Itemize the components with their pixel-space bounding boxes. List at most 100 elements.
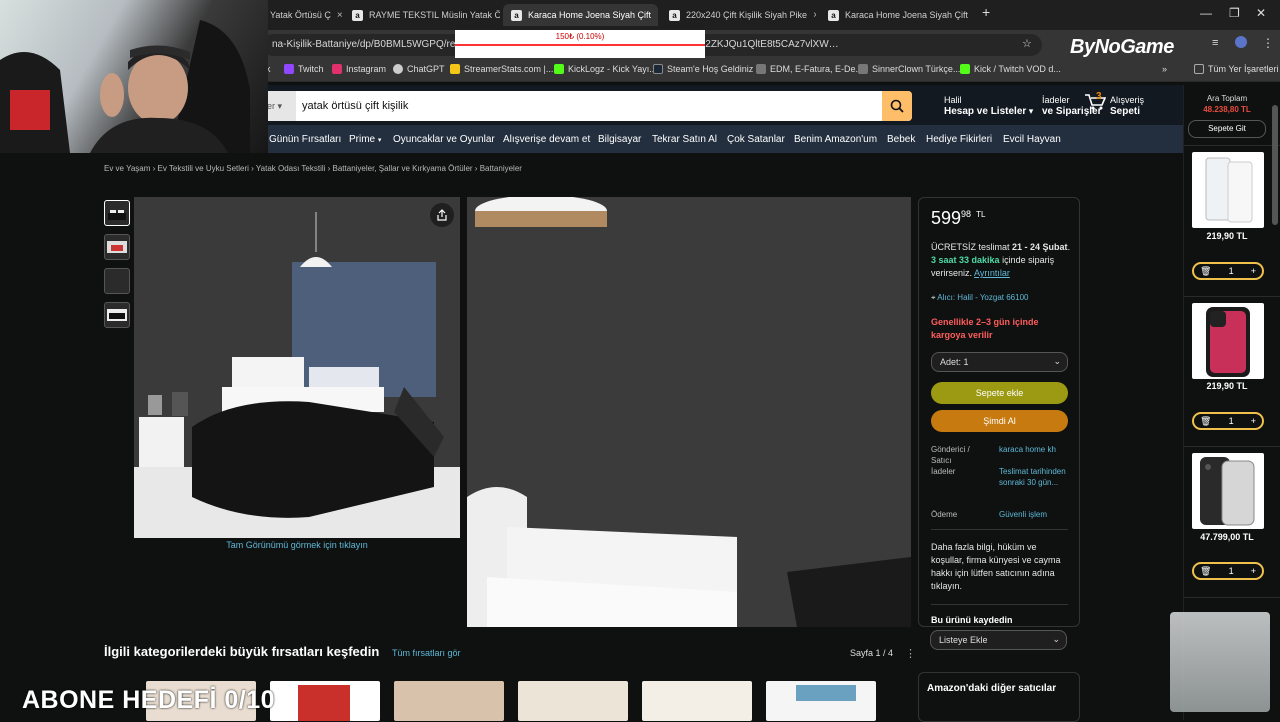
close-icon[interactable]: × <box>813 10 816 21</box>
search-button[interactable] <box>882 91 912 121</box>
bookmark-edm[interactable]: EDM, E-Fatura, E-De... <box>756 64 863 74</box>
bookmark-kick-vod[interactable]: Kick / Twitch VOD d... <box>960 64 1061 74</box>
nav-computers[interactable]: Bilgisayar <box>598 134 641 145</box>
share-button[interactable] <box>430 203 454 227</box>
close-icon[interactable]: × <box>657 10 658 21</box>
buy-now-button[interactable]: Şimdi Al <box>931 410 1068 432</box>
bookmark-sinnerclown[interactable]: SinnerClown Türkçe... <box>858 64 960 74</box>
trash-icon[interactable]: 🗑 <box>1200 566 1211 577</box>
subscriber-goal-overlay: ABONE HEDEFİ 0/10 <box>22 686 276 714</box>
cart-item-stepper-1[interactable]: 🗑 1 + <box>1192 262 1264 280</box>
gallery-thumb-2[interactable] <box>104 234 130 260</box>
new-tab-button[interactable]: + <box>982 4 990 20</box>
close-icon[interactable]: × <box>974 10 975 21</box>
minimize-icon[interactable]: — <box>1200 6 1212 20</box>
trash-icon[interactable]: 🗑 <box>1200 266 1211 277</box>
bookmark-chatgpt[interactable]: ChatGPT <box>393 64 445 74</box>
cart-item-image-1[interactable] <box>1192 152 1264 228</box>
page-scrollbar[interactable] <box>1272 85 1278 720</box>
add-to-cart-button[interactable]: Sepete ekle <box>931 382 1068 404</box>
bookmark-steam[interactable]: Steam'e Hoş Geldiniz <box>653 64 753 74</box>
nav-best-sellers[interactable]: Çok Satanlar <box>727 134 785 145</box>
restore-icon[interactable]: ❐ <box>1229 6 1240 20</box>
more-bookmarks-button[interactable]: » <box>1162 64 1167 74</box>
cart-item-image-2[interactable] <box>1192 303 1264 379</box>
payment-label: Ödeme <box>931 510 958 519</box>
bynogame-logo: ByNoGame <box>1070 36 1174 58</box>
nav-continue-shopping[interactable]: Alışverişe devam et <box>503 134 590 145</box>
nav-buy-again[interactable]: Tekrar Satın Al <box>652 134 717 145</box>
bookmark-kicklogz[interactable]: KickLogz - Kick Yayı... <box>554 64 657 74</box>
main-product-image[interactable] <box>134 197 460 538</box>
extensions-icon[interactable]: ≡ <box>1212 37 1218 49</box>
nav-deals[interactable]: Günün Fırsatları <box>269 134 341 145</box>
breadcrumb[interactable]: Ev ve Yaşam › Ev Tekstili ve Uyku Setler… <box>104 164 522 173</box>
tab-1[interactable]: Yatak Örtüsü Ç × <box>262 4 342 26</box>
gallery-thumb-1[interactable] <box>104 200 130 226</box>
account-lists-link[interactable]: Halil Hesap ve Listeler ▾ <box>944 95 1033 117</box>
add-to-list-button[interactable]: Listeye Ekle ⌄ <box>930 630 1067 650</box>
deal-card-2[interactable] <box>270 681 380 721</box>
amazon-favicon-icon: a <box>669 9 680 21</box>
nav-gift-ideas[interactable]: Hediye Fikirleri <box>926 134 992 145</box>
tab-3-active[interactable]: a Karaca Home Joena Siyah Çift × <box>503 4 658 26</box>
menu-icon[interactable]: ⋮ <box>1262 36 1274 50</box>
scrollbar-thumb[interactable] <box>1272 105 1278 225</box>
nav-pets[interactable]: Evcil Hayvan <box>1003 134 1061 145</box>
plus-icon[interactable]: + <box>1251 416 1256 426</box>
bookmark-label: Tüm Yer İşaretleri <box>1208 64 1279 74</box>
other-sellers-box[interactable]: Amazon'daki diğer satıcılar <box>918 672 1080 722</box>
bookmark-label: SinnerClown Türkçe... <box>872 64 961 74</box>
tab-4[interactable]: a 220x240 Çift Kişilik Siyah Pike × <box>661 4 816 26</box>
go-to-cart-button[interactable]: Sepete Git <box>1188 120 1266 138</box>
subtotal-label: Ara Toplam <box>1206 94 1248 103</box>
plus-icon[interactable]: + <box>1251 566 1256 576</box>
price-currency: TL <box>976 210 986 219</box>
thumb-image <box>107 241 127 253</box>
returns-link[interactable]: Teslimat tarihinden sonraki 30 gün... <box>999 466 1069 488</box>
star-icon[interactable]: ☆ <box>1022 37 1032 50</box>
deal-card-5[interactable] <box>642 681 752 721</box>
deal-card-6[interactable] <box>766 681 876 721</box>
cart-link[interactable]: 3 Alışveriş Sepeti <box>1084 91 1144 117</box>
bookmark-instagram[interactable]: Instagram <box>332 64 386 74</box>
cart-item-price-2: 219,90 TL <box>1206 381 1248 391</box>
gallery-thumb-3[interactable] <box>104 268 130 294</box>
account-greeting: Halil <box>944 95 962 105</box>
quantity-select[interactable]: Adet: 1 ⌄ <box>931 352 1068 372</box>
deal-image <box>796 685 856 701</box>
search-input[interactable]: yatak örtüsü çift kişilik <box>302 100 408 112</box>
screen-protector-image <box>1205 157 1253 223</box>
deal-card-3[interactable] <box>394 681 504 721</box>
full-view-link[interactable]: Tam Görünümü görmek için tıklayın <box>134 540 460 550</box>
tab-5[interactable]: a Karaca Home Joena Siyah Çift × <box>820 4 975 26</box>
plus-icon[interactable]: + <box>1251 266 1256 276</box>
cart-item-stepper-2[interactable]: 🗑 1 + <box>1192 412 1264 430</box>
bookmark-label: Steam'e Hoş Geldiniz <box>667 64 754 74</box>
close-window-icon[interactable]: ✕ <box>1256 6 1266 20</box>
seller-link[interactable]: karaca home kh <box>999 444 1069 455</box>
profile-avatar[interactable] <box>1235 36 1247 48</box>
cart-item-stepper-3[interactable]: 🗑 1 + <box>1192 562 1264 580</box>
twitch-icon <box>284 64 294 74</box>
bookmark-streamerstats[interactable]: StreamerStats.com |... <box>450 64 553 74</box>
nav-baby[interactable]: Bebek <box>887 134 915 145</box>
trash-icon[interactable]: 🗑 <box>1200 416 1211 427</box>
all-bookmarks-folder[interactable]: Tüm Yer İşaretleri <box>1194 64 1279 74</box>
deal-card-4[interactable] <box>518 681 628 721</box>
close-icon[interactable]: × <box>337 10 342 21</box>
tab-2[interactable]: a RAYME TEKSTIL Müslin Yatak Ö × <box>344 4 500 26</box>
delivery-location[interactable]: ⌖ Alıcı: Halil - Yozgat 66100 <box>931 291 1028 304</box>
payment-link[interactable]: Güvenli işlem <box>999 509 1069 520</box>
nav-toys[interactable]: Oyuncaklar ve Oyunlar <box>393 134 495 145</box>
details-link[interactable]: Ayrıntılar <box>974 268 1010 278</box>
cart-item-image-3[interactable] <box>1192 453 1264 529</box>
gallery-thumb-4[interactable] <box>104 302 130 328</box>
bookmark-twitch[interactable]: Twitch <box>284 64 324 74</box>
thumb-image <box>107 309 127 321</box>
all-deals-link[interactable]: Tüm fırsatları gör <box>392 648 461 658</box>
zoomed-image-pane <box>467 197 911 627</box>
more-options-icon[interactable]: ⋮ <box>905 647 916 660</box>
nav-prime[interactable]: Prime ▾ <box>349 134 381 145</box>
nav-my-amazon[interactable]: Benim Amazon'um <box>794 134 877 145</box>
